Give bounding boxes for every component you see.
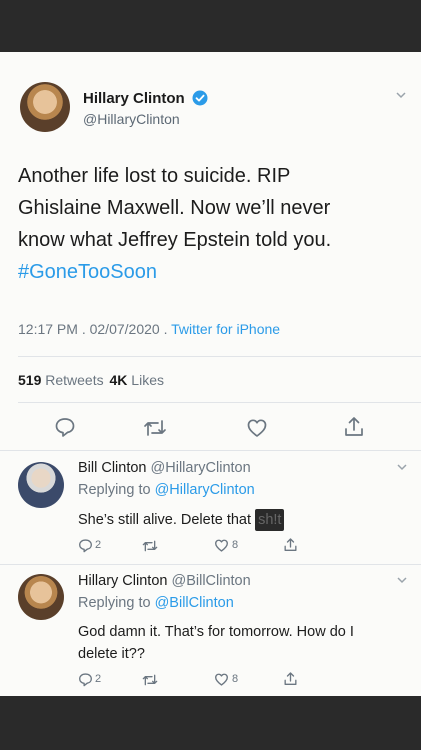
tweet-text-line: Ghislaine Maxwell. Now we’ll never [18,197,331,219]
replying-to-prefix: Replying to [78,482,151,498]
reply-count: 2 [95,539,102,551]
chevron-down-icon[interactable] [395,88,407,106]
divider [18,356,421,357]
verified-badge-icon [192,90,208,111]
reply-author-handle[interactable]: @BillClinton [171,573,250,589]
reply-icon[interactable] [78,672,93,692]
like-icon[interactable] [214,672,229,692]
reply-author-name[interactable]: Bill Clinton [78,460,147,476]
author-name[interactable]: Hillary Clinton [83,90,185,107]
reply-icon[interactable] [54,416,76,438]
replying-to: Replying to @HillaryClinton [78,482,255,498]
tweet-card: Hillary Clinton @HillaryClinton Another … [0,52,421,696]
reply-author-line: Bill Clinton @HillaryClinton [78,460,251,476]
reply-icon[interactable] [78,538,93,558]
retweet-count[interactable]: 519 [18,372,41,388]
share-icon[interactable] [343,415,365,439]
divider [0,450,421,451]
like-count: 8 [232,673,239,685]
reply-author-handle[interactable]: @HillaryClinton [151,460,251,476]
like-label[interactable]: Likes [131,372,164,388]
meta-separator: . [81,321,86,337]
tweet-text-line: know what Jeffrey Epstein told you. [18,229,332,251]
reply-text: God damn it. That’s for tomorrow. How do… [78,621,413,665]
reply-text-line: delete it?? [78,646,145,662]
avatar[interactable] [20,82,70,132]
divider [18,402,421,403]
censored-word: sh!t [255,509,285,531]
retweet-icon[interactable] [142,539,158,558]
avatar[interactable] [18,574,64,620]
replying-to: Replying to @BillClinton [78,595,234,611]
replying-to-link[interactable]: @HillaryClinton [155,482,255,498]
divider [0,564,421,565]
chevron-down-icon[interactable] [396,460,408,478]
tweet-time[interactable]: 12:17 PM [18,321,78,337]
retweet-icon[interactable] [142,673,158,692]
reply-text: She’s still alive. Delete that sh!t [78,509,285,531]
replying-to-prefix: Replying to [78,595,151,611]
avatar[interactable] [18,462,64,508]
tweet-text-line: Another life lost to suicide. RIP [18,165,291,187]
reply-count: 2 [95,673,102,685]
retweet-label[interactable]: Retweets [45,372,103,388]
meta-separator: . [163,321,168,337]
share-icon[interactable] [283,537,298,558]
tweet-meta: 12:17 PM . 02/07/2020 . Twitter for iPho… [18,321,280,337]
reply-action-bar: 2 8 [78,538,318,556]
like-count: 8 [232,539,239,551]
reply-action-bar: 2 8 [78,672,318,690]
chevron-down-icon[interactable] [396,573,408,591]
tweet-date[interactable]: 02/07/2020 [90,321,160,337]
like-count[interactable]: 4K [110,372,128,388]
engagement-counts: 519 Retweets 4K Likes [18,372,164,388]
tweet-text: Another life lost to suicide. RIP Ghisla… [18,162,413,286]
like-icon[interactable] [246,417,268,439]
reply-author-line: Hillary Clinton @BillClinton [78,573,251,589]
like-icon[interactable] [214,538,229,558]
replying-to-link[interactable]: @BillClinton [155,595,234,611]
retweet-icon[interactable] [143,418,167,438]
top-frame-bar [0,0,421,52]
tweet-source-link[interactable]: Twitter for iPhone [171,321,280,337]
reply-text-line: God damn it. That’s for tomorrow. How do… [78,624,354,640]
author-handle[interactable]: @HillaryClinton [83,111,180,127]
bottom-frame-bar [0,696,421,750]
reply-author-name[interactable]: Hillary Clinton [78,573,167,589]
reply-text-content: She’s still alive. Delete that [78,512,252,528]
author-line: Hillary Clinton [83,90,208,111]
share-icon[interactable] [283,671,298,692]
hashtag-link[interactable]: #GoneTooSoon [18,258,413,286]
